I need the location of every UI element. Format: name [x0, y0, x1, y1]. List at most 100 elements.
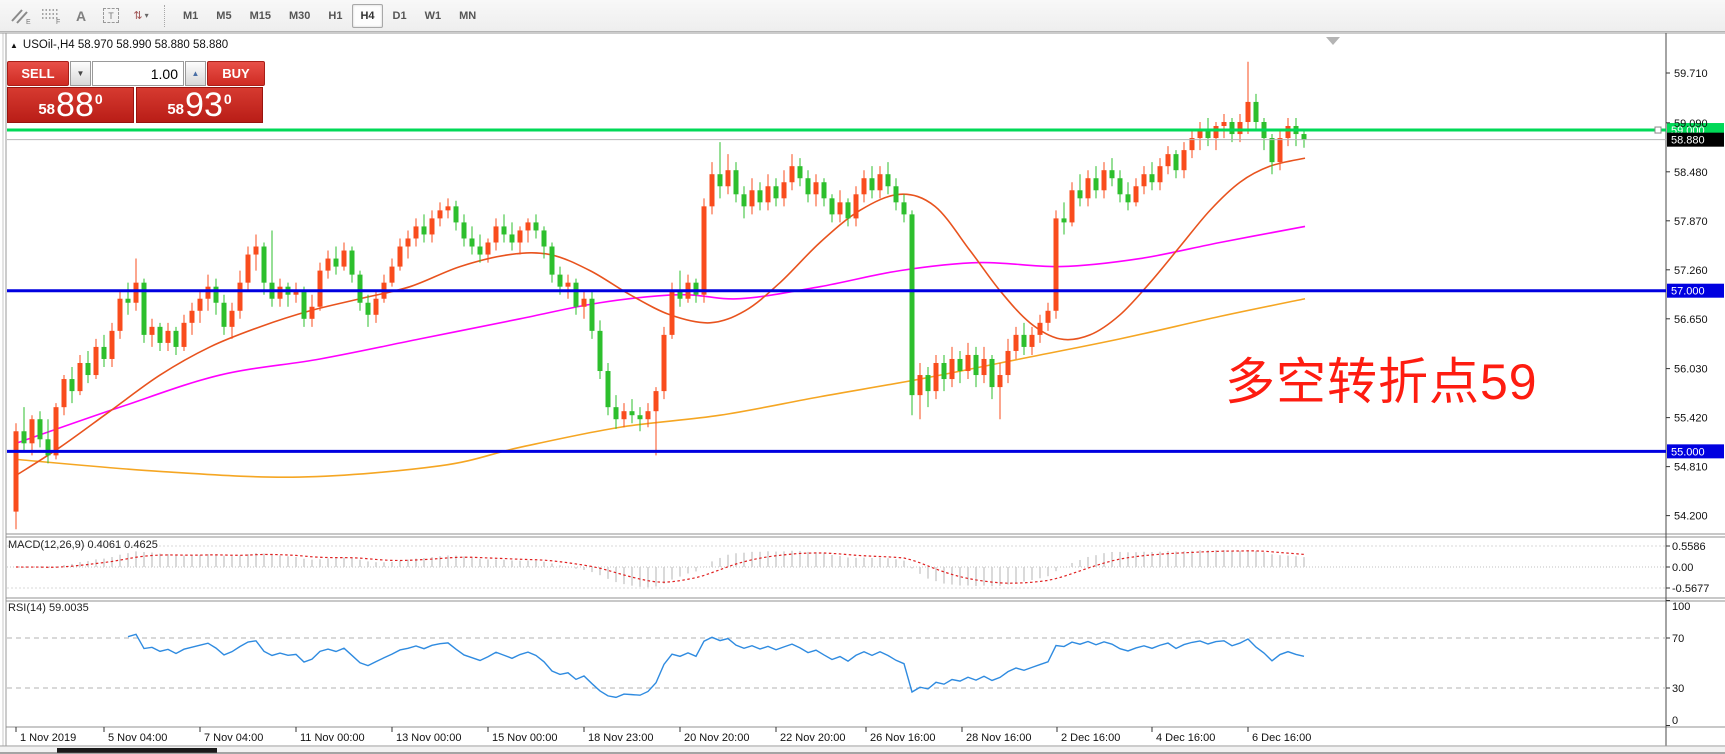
candle-body: [1270, 138, 1275, 162]
candle-body: [1070, 190, 1075, 222]
candle-body: [486, 242, 491, 254]
candle-body: [894, 186, 899, 202]
timeframe-button-m5[interactable]: M5: [208, 4, 239, 28]
candle-body: [1166, 154, 1171, 166]
collapse-arrow-icon[interactable]: ▲: [10, 41, 18, 50]
candle-body: [1030, 335, 1035, 347]
candle-body: [214, 287, 219, 303]
timeframe-button-mn[interactable]: MN: [451, 4, 484, 28]
buy-price-sup: 0: [224, 91, 232, 107]
svg-text:58.880: 58.880: [1671, 135, 1705, 147]
candle-body: [1286, 126, 1291, 138]
svg-text:0: 0: [1672, 715, 1678, 727]
ma-mid-magenta: [16, 226, 1305, 443]
candle-body: [1126, 194, 1131, 202]
candle-body: [510, 234, 515, 242]
candle-body: [446, 206, 451, 210]
candle-body: [1094, 178, 1099, 190]
candle-body: [30, 419, 35, 443]
scrollbar-thumb: [57, 748, 217, 753]
sell-button[interactable]: SELL: [7, 61, 69, 86]
one-click-trade-panel: SELL ▼ ▲ BUY 58 88 0 58 93 0: [7, 61, 265, 123]
text-label-icon[interactable]: T: [97, 3, 125, 29]
svg-text:59.710: 59.710: [1674, 68, 1708, 80]
cycle-arrows-icon[interactable]: ⇅▾: [127, 3, 155, 29]
symbol-ohlc-text: USOil-,H4 58.970 58.990 58.880 58.880: [23, 39, 228, 51]
timeframe-button-d1[interactable]: D1: [385, 4, 415, 28]
chart-shift[interactable]: [1326, 37, 1340, 45]
svg-text:0.00: 0.00: [1672, 562, 1693, 574]
svg-text:4 Dec 16:00: 4 Dec 16:00: [1156, 732, 1215, 744]
candle-body: [182, 323, 187, 347]
candle-body: [1302, 134, 1307, 140]
text-icon[interactable]: A: [67, 3, 95, 29]
candle-body: [78, 363, 83, 391]
candle-body: [606, 371, 611, 407]
buy-button[interactable]: BUY: [207, 61, 265, 86]
candle-body: [1150, 174, 1155, 182]
mt4-chart-window: 59.00058.88057.00055.00059.71059.09058.4…: [0, 0, 1725, 754]
svg-text:59.090: 59.090: [1674, 118, 1708, 130]
timeframe-button-m15[interactable]: M15: [242, 4, 279, 28]
candle-body: [406, 238, 411, 246]
equidistant-channel-icon[interactable]: E: [7, 3, 35, 29]
candle-body: [550, 247, 555, 275]
candle-body: [198, 299, 203, 311]
fibo-retracement-icon[interactable]: F: [37, 3, 65, 29]
svg-text:22 Nov 20:00: 22 Nov 20:00: [780, 732, 845, 744]
rsi-indicator-label: RSI(14) 59.0035: [8, 602, 89, 614]
svg-text:54.200: 54.200: [1674, 511, 1708, 523]
volume-decrease-button[interactable]: ▼: [70, 61, 91, 86]
svg-text:5 Nov 04:00: 5 Nov 04:00: [108, 732, 167, 744]
candle-body: [1006, 351, 1011, 375]
candle-body: [14, 431, 19, 511]
candle-body: [718, 174, 723, 186]
candle-body: [526, 222, 531, 230]
candle-body: [798, 166, 803, 178]
sell-price-display[interactable]: 58 88 0: [7, 87, 134, 123]
candle-body: [1142, 174, 1147, 186]
candle-body: [582, 299, 587, 307]
candle-body: [118, 299, 123, 331]
candle-body: [374, 299, 379, 315]
candle-body: [278, 287, 283, 299]
candle-body: [1246, 102, 1251, 122]
timeframe-button-h4[interactable]: H4: [352, 4, 382, 28]
candle-body: [590, 299, 595, 331]
horizontal-scrollbar[interactable]: [0, 747, 1725, 754]
candle-body: [942, 363, 947, 379]
candle-body: [694, 283, 699, 295]
buy-price-display[interactable]: 58 93 0: [136, 87, 263, 123]
candle-body: [870, 178, 875, 190]
candle-body: [742, 194, 747, 206]
timeframe-button-m1[interactable]: M1: [175, 4, 206, 28]
candle-body: [414, 226, 419, 238]
candle-body: [934, 363, 939, 391]
svg-text:13 Nov 00:00: 13 Nov 00:00: [396, 732, 461, 744]
volume-increase-button[interactable]: ▲: [185, 61, 206, 86]
candle-body: [662, 335, 667, 391]
svg-text:18 Nov 23:00: 18 Nov 23:00: [588, 732, 653, 744]
candle-body: [702, 206, 707, 294]
candle-body: [1174, 154, 1179, 170]
timeframe-button-h1[interactable]: H1: [320, 4, 350, 28]
svg-text:20 Nov 20:00: 20 Nov 20:00: [684, 732, 749, 744]
candle-body: [990, 359, 995, 387]
candle-body: [158, 327, 163, 343]
candle-body: [1086, 178, 1091, 198]
symbol-info-bar: ▲ USOil-,H4 58.970 58.990 58.880 58.880: [10, 39, 228, 51]
timeframe-button-w1[interactable]: W1: [417, 4, 450, 28]
candle-body: [846, 202, 851, 218]
candle-body: [1110, 170, 1115, 178]
candle-body: [1222, 122, 1227, 126]
candle-body: [854, 194, 859, 218]
svg-text:58.480: 58.480: [1674, 167, 1708, 179]
candle-body: [518, 230, 523, 242]
candle-body: [262, 247, 267, 283]
timeframe-button-m30[interactable]: M30: [281, 4, 318, 28]
candle-body: [190, 311, 195, 323]
candle-body: [470, 238, 475, 246]
volume-input[interactable]: [92, 61, 184, 86]
candle-body: [862, 178, 867, 194]
svg-text:7 Nov 04:00: 7 Nov 04:00: [204, 732, 263, 744]
